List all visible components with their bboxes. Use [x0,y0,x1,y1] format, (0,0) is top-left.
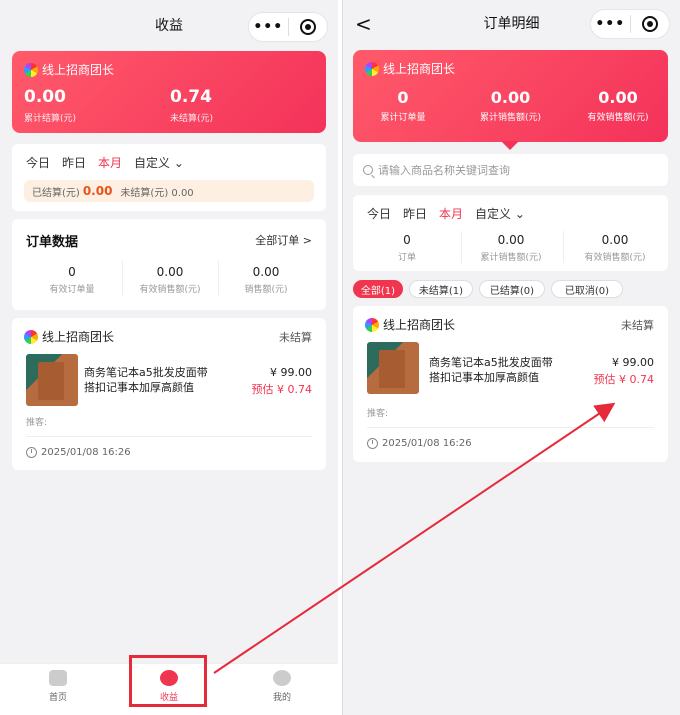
date-tabs: 今日 昨日 本月 自定义 ⌄ [26,154,184,171]
nav-bar: 收益 ••• [0,0,338,48]
brand-logo-icon [365,317,379,332]
close-miniprogram-icon[interactable] [289,19,328,35]
earnings-summary-card: 线上招商团长 0.00 累计结算(元) 0.74 未结算(元) [12,51,326,133]
left-screen-earnings: 收益 ••• 线上招商团长 0.00 累计结算(元) 0.74 未结算(元) 今… [0,0,338,715]
tab-mine[interactable]: 我的 [252,670,312,703]
order-data-panel: 订单数据 全部订单 > 0 有效订单量 0.00 有效销售额(元) 0.00 销… [12,219,326,310]
home-icon [49,670,67,686]
more-menu-icon[interactable]: ••• [249,19,288,35]
brand-logo-icon [365,61,379,76]
settled-note-value: 0.00 [82,184,113,198]
filter-unsettled[interactable]: 未结算(1) [409,280,473,298]
mini-program-capsule: ••• [248,12,328,42]
chevron-down-icon: ⌄ [173,156,184,170]
settled-label: 累计结算(元) [24,114,77,124]
estimated-commission: 预估 ¥ 0.74 [593,373,654,386]
search-input[interactable]: 请输入商品名称关键词查询 [353,154,668,186]
profile-icon [273,670,291,686]
order-brand: 线上招商团长 [24,328,114,345]
product-price: ¥ 99.00 [612,356,654,369]
highlight-box [129,655,207,707]
tab-yesterday[interactable]: 昨日 [62,154,86,171]
clock-icon [367,438,378,449]
stat-total-sales: 0.00 累计销售额(元) [480,233,542,263]
stat-sales: 0.00 销售额(元) [244,265,288,295]
total-sales: 0.00 累计销售额(元) [479,88,542,123]
settled-amount: 0.00 [24,87,66,107]
order-status: 未结算 [279,331,312,344]
date-filter-panel: 今日 昨日 本月 自定义 ⌄ 已结算(元) 0.00 未结算(元) 0.00 [12,144,326,211]
clock-icon [26,447,37,458]
product-price: ¥ 99.00 [270,366,312,379]
mini-program-capsule: ••• [590,9,670,39]
tab-custom[interactable]: 自定义 ⌄ [475,205,525,222]
stat-valid-orders: 0 有效订单量 [49,265,95,295]
more-menu-icon[interactable]: ••• [591,16,630,32]
settled-note-label: 已结算(元) [32,187,80,199]
recommender: 推客: [26,418,48,428]
stat-orders: 0 订单 [397,233,416,263]
date-filter-panel: 今日 昨日 本月 自定义 ⌄ 0 订单 0.00 累计销售额(元) 0.00 有… [353,195,668,271]
product-thumbnail [26,354,78,406]
order-summary-card: 线上招商团长 0 累计订单量 0.00 累计销售额(元) 0.00 有效销售额(… [353,50,668,142]
brand: 线上招商团长 [24,61,114,78]
product-title: 商务笔记本a5批发皮面带 搭扣记事本加厚高颜值 [429,356,553,384]
order-time: 2025/01/08 16:26 [367,438,472,449]
total-orders: 0 累计订单量 [380,88,426,123]
chevron-down-icon: ⌄ [514,207,525,221]
filter-settled[interactable]: 已结算(0) [479,280,545,298]
estimated-commission: 预估 ¥ 0.74 [251,383,312,396]
stat-valid-sales: 0.00 有效销售额(元) [139,265,201,295]
right-screen-order-detail: < 订单明细 ••• 线上招商团长 0 累计订单量 0.00 累计销售额(元) … [342,0,680,715]
tab-home[interactable]: 首页 [28,670,88,703]
nav-bar: < 订单明细 ••• [343,0,680,48]
search-icon [363,165,373,175]
tab-this-month[interactable]: 本月 [439,205,463,222]
brand: 线上招商团长 [365,60,455,77]
brand-logo-icon [24,329,38,344]
tab-today[interactable]: 今日 [367,205,391,222]
date-tabs: 今日 昨日 本月 自定义 ⌄ [367,205,525,222]
settlement-note: 已结算(元) 0.00 未结算(元) 0.00 [24,180,314,202]
order-card[interactable]: 线上招商团长 未结算 商务笔记本a5批发皮面带 搭扣记事本加厚高颜值 ¥ 99.… [12,318,326,470]
order-data-title: 订单数据 [26,235,79,250]
filter-cancelled[interactable]: 已取消(0) [551,280,623,298]
tab-this-month[interactable]: 本月 [98,154,122,171]
order-status: 未结算 [621,319,654,332]
recommender: 推客: [367,409,389,419]
filter-all[interactable]: 全部(1) [353,280,403,298]
unsettled-note: 未结算(元) 0.00 [120,187,194,199]
all-orders-link[interactable]: 全部订单 > [255,232,312,248]
order-time: 2025/01/08 16:26 [26,447,131,458]
tab-yesterday[interactable]: 昨日 [403,205,427,222]
order-card[interactable]: 线上招商团长 未结算 商务笔记本a5批发皮面带 搭扣记事本加厚高颜值 ¥ 99.… [353,306,668,462]
product-thumbnail [367,342,419,394]
order-brand: 线上招商团长 [365,316,455,333]
unsettled-label: 未结算(元) [170,114,214,124]
valid-sales: 0.00 有效销售额(元) [587,88,649,123]
tab-today[interactable]: 今日 [26,154,50,171]
brand-logo-icon [24,62,38,77]
unsettled-amount: 0.74 [170,87,212,107]
brand-name: 线上招商团长 [42,63,115,77]
close-miniprogram-icon[interactable] [631,16,670,32]
stat-valid-sales: 0.00 有效销售额(元) [584,233,646,263]
tab-custom[interactable]: 自定义 ⌄ [134,154,184,171]
product-title: 商务笔记本a5批发皮面带 搭扣记事本加厚高颜值 [84,366,208,394]
